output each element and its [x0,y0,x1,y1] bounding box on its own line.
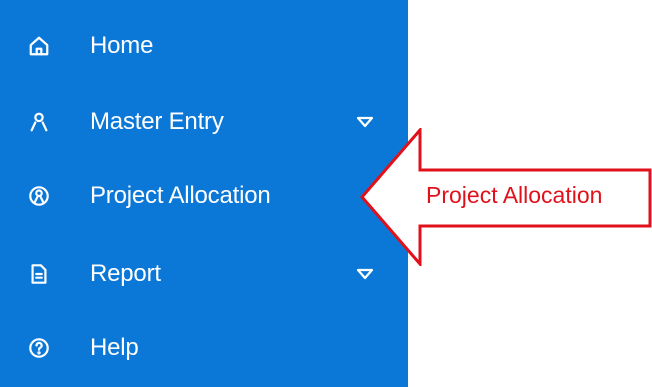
sidebar-item-project-allocation[interactable]: Project Allocation [0,166,408,226]
sidebar-menu: Home Master Entry Project Allocation Rep… [0,0,408,387]
home-icon [28,35,50,57]
document-icon [28,263,50,285]
screenshot-stage: Home Master Entry Project Allocation Rep… [0,0,652,387]
sidebar-item-label: Home [90,32,154,59]
sidebar-item-label: Report [90,260,161,287]
help-icon [28,337,50,359]
chevron-down-icon[interactable] [356,268,374,280]
sidebar-item-home[interactable]: Home [0,16,408,76]
sidebar-item-help[interactable]: Help [0,318,408,378]
sidebar-item-report[interactable]: Report [0,244,408,304]
user-icon [28,111,50,133]
sidebar-item-label: Master Entry [90,108,224,135]
sidebar-item-label: Project Allocation [90,182,271,209]
chevron-down-icon[interactable] [356,116,374,128]
user-circle-icon [28,185,50,207]
sidebar-item-label: Help [90,334,139,361]
callout-label: Project Allocation [426,182,603,208]
sidebar-item-master-entry[interactable]: Master Entry [0,92,408,152]
